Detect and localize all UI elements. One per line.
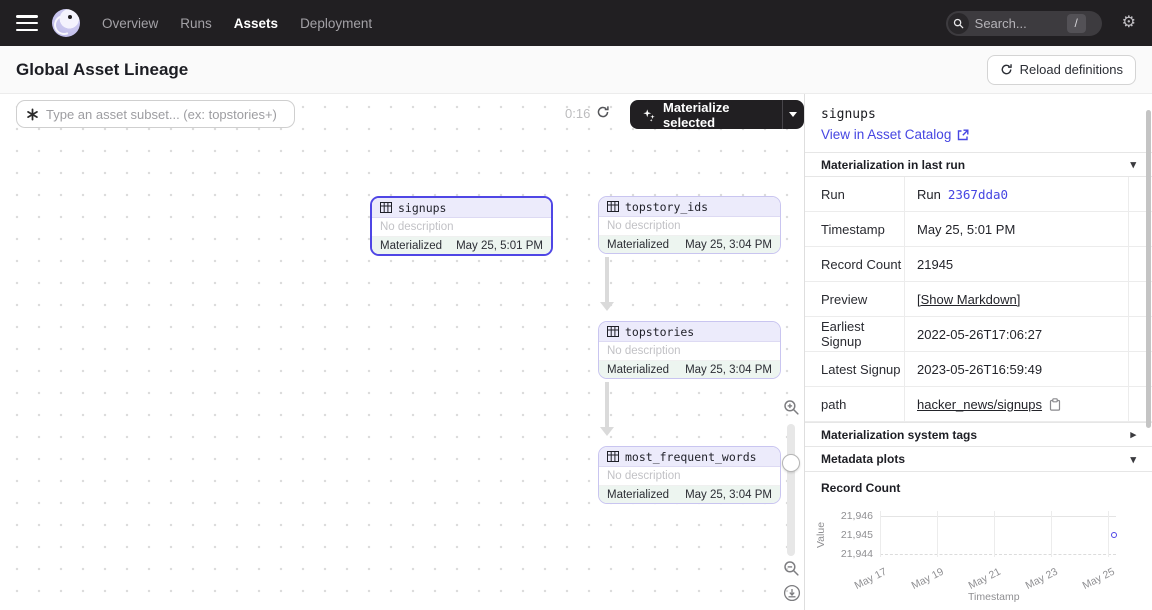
chevron-right-icon: ▸ <box>1130 428 1136 441</box>
panel-asset-name: signups <box>821 107 1136 122</box>
search-shortcut-badge: / <box>1067 14 1086 33</box>
table-row-preview: Preview [Show Markdown] <box>805 282 1152 317</box>
x-tick-label: May 17 <box>842 566 888 598</box>
record-count-chart: Value21,946 21,945 21,944 May 17 May 19 May 2… <box>805 499 1136 607</box>
table-row-timestamp: Timestamp May 25, 5:01 PM <box>805 212 1152 247</box>
main-content: 0:16 Materialize selected <box>0 94 1152 610</box>
lineage-edge <box>605 382 609 427</box>
asset-status: Materialized <box>607 364 669 376</box>
metadata-table: Run Run 2367dda0 Timestamp May 25, 5:01 … <box>805 177 1152 422</box>
asset-description: No description <box>599 467 780 485</box>
nav-deployment[interactable]: Deployment <box>300 16 372 31</box>
x-tick-label: May 25 <box>1070 566 1116 598</box>
sparkle-icon <box>642 108 656 122</box>
run-id-link[interactable]: 2367dda0 <box>948 187 1008 202</box>
asset-node-most-frequent-words[interactable]: most_frequent_words No description Mater… <box>598 446 781 504</box>
asset-timestamp: May 25, 3:04 PM <box>685 364 772 376</box>
table-icon <box>607 451 619 462</box>
view-in-asset-catalog-link[interactable]: View in Asset Catalog <box>821 127 969 142</box>
chevron-down-icon: ▾ <box>1130 158 1136 171</box>
asset-lineage-graph[interactable]: 0:16 Materialize selected <box>0 94 804 610</box>
page-title: Global Asset Lineage <box>16 60 188 80</box>
table-row-record-count: Record Count 21945 <box>805 247 1152 282</box>
table-row-run: Run Run 2367dda0 <box>805 177 1152 212</box>
y-tick-label: 21,945 <box>829 529 873 541</box>
lineage-edge <box>605 257 609 302</box>
zoom-out-icon[interactable] <box>783 560 800 577</box>
zoom-in-icon[interactable] <box>783 399 800 416</box>
table-row-latest-signup: Latest Signup 2023-05-26T16:59:49 <box>805 352 1152 387</box>
zoom-slider[interactable] <box>787 424 795 556</box>
asset-name: topstories <box>625 325 694 339</box>
asset-description: No description <box>599 217 780 235</box>
section-metadata-plots[interactable]: Metadata plots ▾ <box>805 447 1152 472</box>
table-row-path: path hacker_news/signups <box>805 387 1152 422</box>
x-tick-label: May 23 <box>1013 566 1059 598</box>
search-icon <box>948 13 969 34</box>
asset-node-topstory-ids[interactable]: topstory_ids No description Materialized… <box>598 196 781 254</box>
table-icon <box>607 201 619 212</box>
asset-name: most_frequent_words <box>625 450 757 464</box>
chevron-down-icon: ▾ <box>1130 453 1136 466</box>
copy-icon[interactable] <box>1049 398 1061 411</box>
show-markdown-link[interactable]: [Show Markdown] <box>917 292 1020 307</box>
asset-status: Materialized <box>380 240 442 252</box>
panel-scrollbar[interactable] <box>1146 110 1151 428</box>
caret-down-icon <box>789 112 797 117</box>
refresh-timer: 0:16 <box>565 106 590 121</box>
hamburger-menu-icon[interactable] <box>16 15 38 31</box>
top-navbar: Overview Runs Assets Deployment / ⚙ <box>0 0 1152 46</box>
reload-definitions-button[interactable]: Reload definitions <box>987 55 1136 85</box>
materialize-split-button: Materialize selected <box>630 100 804 129</box>
table-icon <box>607 326 619 337</box>
table-icon <box>380 202 392 213</box>
asset-graph-icon <box>26 108 39 121</box>
asset-node-signups[interactable]: signups No description Materialized May … <box>370 196 553 256</box>
asset-description: No description <box>372 218 551 236</box>
data-point <box>1111 532 1117 538</box>
zoom-slider-handle[interactable] <box>782 454 800 472</box>
y-tick-label: 21,944 <box>829 548 873 560</box>
asset-name: signups <box>398 201 446 215</box>
nav-assets[interactable]: Assets <box>234 16 278 31</box>
y-axis-label: Value <box>815 515 827 555</box>
x-axis-label: Timestamp <box>968 591 1020 603</box>
asset-timestamp: May 25, 3:04 PM <box>685 489 772 501</box>
section-materialization-last-run[interactable]: Materialization in last run ▾ <box>805 152 1152 177</box>
asset-subset-input[interactable] <box>46 107 285 122</box>
asset-description: No description <box>599 342 780 360</box>
asset-details-panel: signups View in Asset Catalog Materializ… <box>804 94 1152 610</box>
refresh-icon[interactable] <box>596 105 610 119</box>
recenter-icon[interactable] <box>783 584 801 602</box>
asset-timestamp: May 25, 5:01 PM <box>456 240 543 252</box>
reload-icon <box>1000 63 1013 76</box>
y-tick-label: 21,946 <box>829 510 873 522</box>
asset-name: topstory_ids <box>625 200 708 214</box>
materialize-selected-button[interactable]: Materialize selected <box>630 100 782 129</box>
path-link[interactable]: hacker_news/signups <box>917 397 1042 412</box>
search-input[interactable] <box>975 16 1061 31</box>
asset-node-topstories[interactable]: topstories No description Materialized M… <box>598 321 781 379</box>
nav-runs[interactable]: Runs <box>180 16 212 31</box>
dagster-logo[interactable] <box>52 9 80 37</box>
chart-title: Record Count <box>805 472 1152 499</box>
asset-subset-filter[interactable] <box>16 100 295 128</box>
page-header: Global Asset Lineage Reload definitions <box>0 46 1152 94</box>
global-search[interactable]: / <box>946 11 1102 36</box>
section-materialization-system-tags[interactable]: Materialization system tags ▸ <box>805 422 1152 447</box>
x-tick-label: May 19 <box>899 566 945 598</box>
asset-timestamp: May 25, 3:04 PM <box>685 239 772 251</box>
primary-nav: Overview Runs Assets Deployment <box>102 16 372 31</box>
table-row-earliest-signup: Earliest Signup 2022-05-26T17:06:27 <box>805 317 1152 352</box>
external-link-icon <box>957 129 969 141</box>
nav-overview[interactable]: Overview <box>102 16 158 31</box>
materialize-dropdown-caret[interactable] <box>782 100 804 129</box>
gear-icon[interactable]: ⚙ <box>1122 15 1136 31</box>
asset-status: Materialized <box>607 489 669 501</box>
asset-status: Materialized <box>607 239 669 251</box>
